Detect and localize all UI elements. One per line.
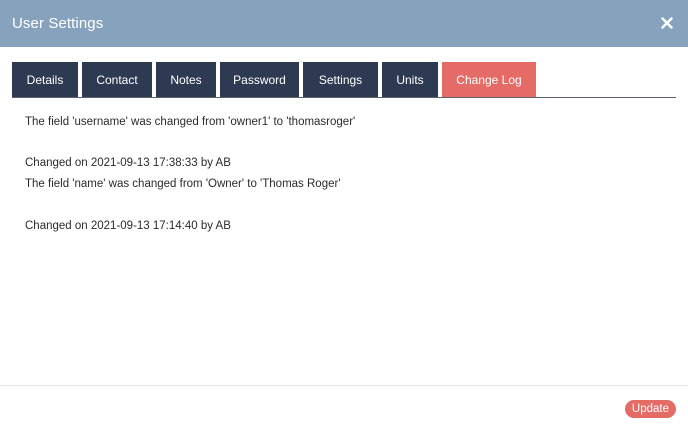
tab-label: Contact	[96, 72, 138, 87]
change-log-entry-meta: Changed on 2021-09-13 17:38:33 by AB	[25, 157, 231, 169]
close-icon[interactable]	[657, 13, 677, 33]
tab-label: Change Log	[456, 72, 522, 87]
update-button-label: Update	[631, 403, 669, 415]
settings-tabs: Details Contact Notes Password Settings …	[12, 62, 676, 98]
tab-contact[interactable]: Contact	[82, 62, 152, 97]
tab-label: Details	[26, 72, 64, 87]
tab-password[interactable]: Password	[220, 62, 299, 97]
change-log-entry-meta: Changed on 2021-09-13 17:14:40 by AB	[25, 220, 231, 232]
tab-details[interactable]: Details	[12, 62, 78, 97]
user-settings-modal: User Settings Details Contact Notes Pass…	[0, 0, 688, 430]
tab-change-log[interactable]: Change Log	[442, 62, 536, 97]
tab-settings[interactable]: Settings	[303, 62, 378, 97]
tab-label: Password	[233, 72, 286, 87]
tab-label: Settings	[318, 72, 363, 87]
tab-label: Notes	[170, 72, 202, 87]
tab-units[interactable]: Units	[382, 62, 438, 97]
tab-label: Units	[396, 72, 424, 87]
modal-title: User Settings	[12, 15, 104, 32]
footer-divider	[0, 385, 688, 386]
modal-header: User Settings	[0, 0, 688, 47]
tab-notes[interactable]: Notes	[156, 62, 216, 97]
update-button[interactable]: Update	[624, 400, 676, 418]
change-log-entry-text: The field 'name' was changed from 'Owner…	[25, 178, 341, 190]
change-log-entry-text: The field 'username' was changed from 'o…	[25, 116, 356, 128]
